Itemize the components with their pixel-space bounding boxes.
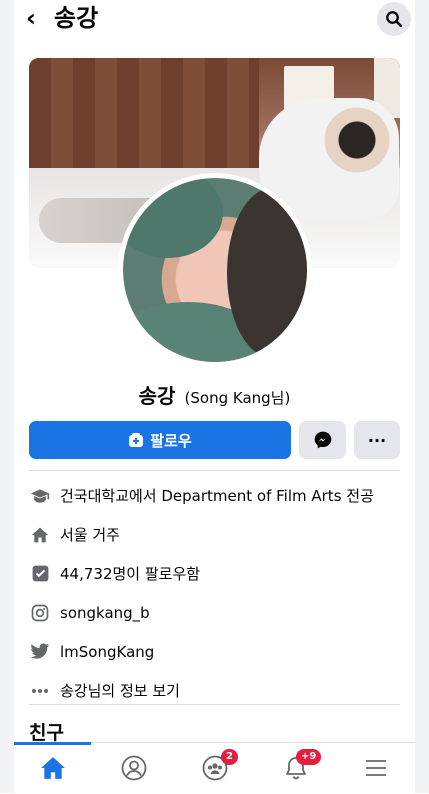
menu-icon — [366, 760, 386, 776]
avatar-image — [123, 178, 307, 362]
intro-education-text: 건국대학교에서 Department of Film Arts 전공 — [60, 487, 374, 505]
nav-groups[interactable]: 2 — [185, 743, 245, 793]
back-button[interactable]: ‹ — [26, 4, 36, 32]
follow-button[interactable]: 팔로우 — [29, 421, 291, 459]
graduation-cap-icon — [29, 485, 51, 507]
nav-profile[interactable] — [104, 743, 164, 793]
intro-list: 건국대학교에서 Department of Film Arts 전공 서울 거주… — [29, 476, 400, 710]
more-dots-icon — [29, 680, 51, 702]
profile-avatar[interactable] — [118, 173, 312, 367]
avatar-blanket — [123, 178, 223, 258]
profile-name: 송강 — [138, 384, 176, 408]
top-bar: ‹ 송강 — [14, 0, 415, 40]
intro-followers[interactable]: 44,732명이 팔로우함 — [29, 554, 400, 593]
search-button[interactable] — [377, 2, 411, 36]
bottom-nav: 2 +9 — [14, 742, 415, 794]
search-icon — [386, 11, 403, 28]
intro-residence: 서울 거주 — [29, 515, 400, 554]
home-icon — [41, 757, 65, 779]
active-tab-indicator — [14, 742, 91, 745]
nav-menu[interactable] — [346, 743, 406, 793]
intro-education: 건국대학교에서 Department of Film Arts 전공 — [29, 476, 400, 515]
groups-badge: 2 — [221, 749, 238, 765]
followers-icon — [29, 563, 51, 585]
notifications-badge: +9 — [296, 749, 322, 765]
nav-notifications[interactable]: +9 — [266, 743, 326, 793]
divider — [29, 704, 400, 705]
intro-see-about-text: 송강님의 정보 보기 — [60, 682, 180, 700]
follow-label: 팔로우 — [150, 431, 192, 450]
instagram-icon — [29, 602, 51, 624]
follow-icon — [129, 433, 144, 447]
divider — [29, 470, 400, 471]
intro-instagram[interactable]: songkang_b — [29, 593, 400, 632]
more-button[interactable]: ··· — [354, 421, 400, 459]
nav-home[interactable] — [23, 743, 83, 793]
avatar-hair — [227, 188, 307, 358]
profile-icon — [121, 755, 147, 781]
intro-followers-text: 44,732명이 팔로우함 — [60, 565, 201, 583]
messenger-icon — [314, 431, 331, 449]
page-title: 송강 — [54, 4, 99, 32]
intro-twitter-text: lmSongKang — [60, 642, 155, 661]
home-icon — [29, 524, 51, 546]
twitter-icon — [29, 641, 51, 663]
intro-residence-text: 서울 거주 — [60, 526, 120, 544]
intro-twitter[interactable]: lmSongKang — [29, 632, 400, 671]
cover-wall — [29, 58, 259, 178]
profile-alt-name: (Song Kang님) — [184, 389, 291, 407]
intro-instagram-text: songkang_b — [60, 603, 150, 622]
profile-name-row: 송강 (Song Kang님) — [0, 380, 429, 409]
messenger-button[interactable] — [299, 421, 346, 459]
friends-section-title: 친구 — [29, 722, 64, 744]
